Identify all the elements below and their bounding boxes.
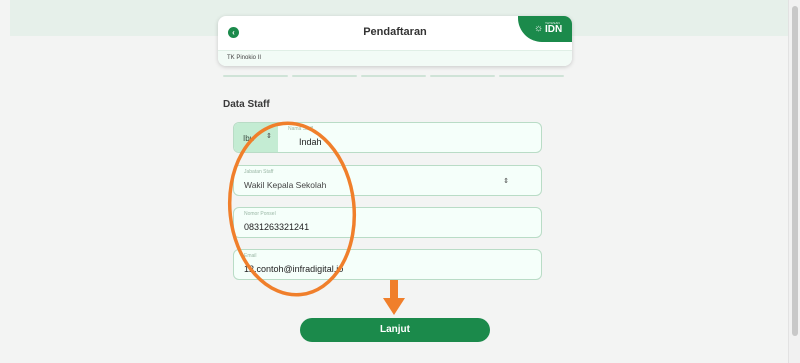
staff-name-input[interactable]: Indah (299, 137, 559, 147)
staff-position-label: Jabatan Staff (244, 169, 274, 175)
title-prefix-value: Ibu (243, 134, 255, 143)
page-scrollbar[interactable] (788, 0, 800, 363)
progress-step (430, 75, 495, 77)
progress-step (361, 75, 426, 77)
submit-button[interactable]: Lanjut (300, 318, 490, 342)
up-down-chevron-icon: ⇕ (266, 133, 272, 140)
staff-name-field: Ibu ⇕ Nama Staff Indah (233, 122, 542, 153)
step-progress (223, 75, 567, 77)
school-bar: TK Pinokio II (218, 50, 572, 66)
header-card: ‹ Pendaftaran ☼ YAYASAN IDN TK Pinokio I… (218, 16, 572, 66)
brand-name: IDN (545, 24, 563, 35)
progress-step (292, 75, 357, 77)
section-title: Data Staff (223, 99, 270, 110)
staff-position-value: Wakil Kepala Sekolah (244, 180, 327, 190)
scrollbar-thumb[interactable] (792, 6, 798, 336)
up-down-chevron-icon: ⇕ (503, 178, 509, 185)
sun-icon: ☼ (534, 23, 544, 34)
phone-input[interactable]: 0831263321241 (244, 222, 504, 232)
staff-name-label: Nama Staff (288, 126, 313, 132)
brand-logo: ☼ YAYASAN IDN (518, 16, 572, 42)
progress-step (223, 75, 288, 77)
title-prefix-select[interactable]: Ibu ⇕ (234, 123, 278, 152)
progress-step (499, 75, 564, 77)
email-label: Email (244, 253, 257, 259)
phone-label: Nomor Ponsel (244, 211, 276, 217)
page-title: Pendaftaran (363, 26, 427, 38)
email-input[interactable]: 12.contoh@infradigital.io (244, 264, 504, 274)
staff-position-select[interactable]: Jabatan Staff Wakil Kepala Sekolah ⇕ (233, 165, 542, 196)
phone-field: Nomor Ponsel 0831263321241 (233, 207, 542, 238)
down-arrow-icon (383, 280, 405, 315)
school-name: TK Pinokio II (227, 55, 262, 61)
email-field: Email 12.contoh@infradigital.io (233, 249, 542, 280)
